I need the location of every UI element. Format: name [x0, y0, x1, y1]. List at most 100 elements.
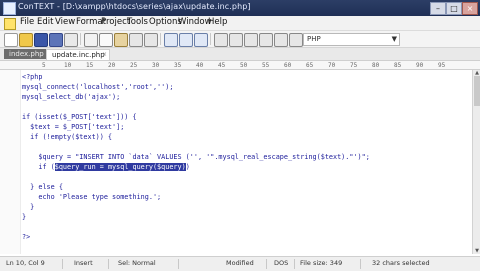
code-line: if (!empty($text)) { [22, 133, 113, 141]
ruler-tick: 80 [372, 62, 380, 69]
code-line: mysql_connect('localhost','root',''); [22, 83, 174, 91]
modified-status: Modified [226, 259, 254, 267]
line-gutter [0, 70, 21, 254]
status-separator [266, 259, 267, 269]
ruler-tick: 70 [328, 62, 336, 69]
find-next-icon[interactable] [179, 33, 193, 47]
new-file-icon[interactable] [4, 33, 18, 47]
code-line: if (isset($_POST['text'])) { [22, 113, 137, 121]
code-line: } else { [22, 183, 63, 191]
toolbar-separator [160, 33, 161, 45]
status-separator [360, 259, 361, 269]
save-all-icon[interactable] [49, 33, 63, 47]
scroll-thumb[interactable] [474, 76, 480, 106]
ruler-tick: 20 [108, 62, 116, 69]
cut-icon[interactable] [84, 33, 98, 47]
ruler: 5 10 15 20 25 30 35 40 45 50 55 60 65 70… [0, 61, 480, 70]
status-bar: Ln 10, Col 9 Insert Sel: Normal Modified… [0, 256, 480, 271]
menu-view[interactable]: View [55, 17, 75, 27]
code-line: } [22, 213, 27, 221]
ruler-tick: 55 [262, 62, 270, 69]
copy-icon[interactable] [99, 33, 113, 47]
ruler-tick: 60 [284, 62, 292, 69]
highlighter-select[interactable]: PHP ▼ [303, 33, 400, 46]
print-icon[interactable] [64, 33, 78, 47]
ruler-tick: 10 [64, 62, 72, 69]
close-button[interactable]: × [462, 2, 478, 15]
ruler-tick: 5 [42, 62, 46, 69]
run-user-command-3-icon[interactable] [274, 33, 288, 47]
ruler-tick: 95 [438, 62, 446, 69]
ruler-tick: 45 [218, 62, 226, 69]
goto-line-icon[interactable] [229, 33, 243, 47]
menu-tools[interactable]: Tools [127, 17, 148, 27]
ruler-tick: 65 [306, 62, 314, 69]
replace-icon[interactable] [194, 33, 208, 47]
file-tabs: index.php update.inc.php × [0, 48, 480, 61]
code-text: ) [185, 163, 190, 171]
tab-update-inc[interactable]: update.inc.php × [46, 49, 110, 60]
bookmark-icon[interactable] [214, 33, 228, 47]
maximize-button[interactable]: □ [446, 2, 462, 15]
ruler-tick: 35 [174, 62, 182, 69]
ruler-tick: 25 [130, 62, 138, 69]
selected-text: $query_run = mysql_query($query) [54, 163, 186, 171]
toolbar-separator [210, 33, 211, 45]
window-title: ConTEXT - [D:\xampp\htdocs\series\ajax\u… [18, 2, 251, 11]
paste-icon[interactable] [114, 33, 128, 47]
code-line: <?php [22, 73, 43, 81]
find-icon[interactable] [164, 33, 178, 47]
cursor-position: Ln 10, Col 9 [6, 259, 45, 267]
code-editor[interactable]: <?php mysql_connect('localhost','root','… [0, 70, 472, 254]
redo-icon[interactable] [144, 33, 158, 47]
run-user-command-1-icon[interactable] [244, 33, 258, 47]
file-size: File size: 349 [300, 259, 343, 267]
open-folder-icon[interactable] [19, 33, 33, 47]
insert-mode: Insert [74, 259, 93, 267]
code-line: $text = $_POST['text']; [22, 123, 125, 131]
vertical-scrollbar[interactable]: ▲ ▼ [472, 70, 480, 254]
tab-index[interactable]: index.php [4, 49, 50, 59]
close-icon[interactable]: × [102, 50, 107, 60]
line-ending-format: DOS [274, 259, 289, 267]
status-separator [108, 259, 109, 269]
code-line: echo 'Please type something.'; [22, 193, 162, 201]
highlighter-value: PHP [307, 35, 321, 43]
toolbar: PHP ▼ [0, 31, 480, 48]
menu-project[interactable]: Project [101, 17, 130, 27]
minimize-button[interactable]: – [430, 2, 446, 15]
save-icon[interactable] [34, 33, 48, 47]
ruler-tick: 40 [196, 62, 204, 69]
toolbar-separator [80, 33, 81, 45]
ruler-tick: 15 [86, 62, 94, 69]
tab-label: update.inc.php [52, 51, 105, 59]
code-line-selected: if ($query_run = mysql_query($query)) [22, 162, 190, 172]
chevron-down-icon: ▼ [391, 35, 397, 43]
title-bar: ConTEXT - [D:\xampp\htdocs\series\ajax\u… [0, 0, 480, 16]
ruler-tick: 30 [152, 62, 160, 69]
menu-file[interactable]: File [20, 17, 34, 27]
code-line: } [22, 203, 35, 211]
code-line: $query = "INSERT INTO `data` VALUES ('',… [22, 153, 370, 161]
run-user-command-2-icon[interactable] [259, 33, 273, 47]
run-user-command-4-icon[interactable] [289, 33, 303, 47]
menu-edit[interactable]: Edit [37, 17, 53, 27]
ruler-tick: 75 [350, 62, 358, 69]
undo-icon[interactable] [129, 33, 143, 47]
ruler-tick: 85 [394, 62, 402, 69]
code-line: mysql_select_db('ajax'); [22, 93, 121, 101]
scroll-down-icon[interactable]: ▼ [473, 248, 480, 254]
code-line: ?> [22, 233, 31, 241]
code-text: if ( [22, 163, 55, 171]
menu-window[interactable]: Window [178, 17, 212, 27]
status-separator [178, 259, 179, 269]
ruler-tick: 50 [240, 62, 248, 69]
document-icon [4, 18, 16, 30]
status-separator [294, 259, 295, 269]
menu-bar: File Edit View Format Project Tools Opti… [0, 16, 480, 31]
status-separator [62, 259, 63, 269]
ruler-tick: 90 [416, 62, 424, 69]
menu-options[interactable]: Options [149, 17, 182, 27]
tab-label: index.php [9, 50, 44, 58]
menu-help[interactable]: Help [208, 17, 227, 27]
